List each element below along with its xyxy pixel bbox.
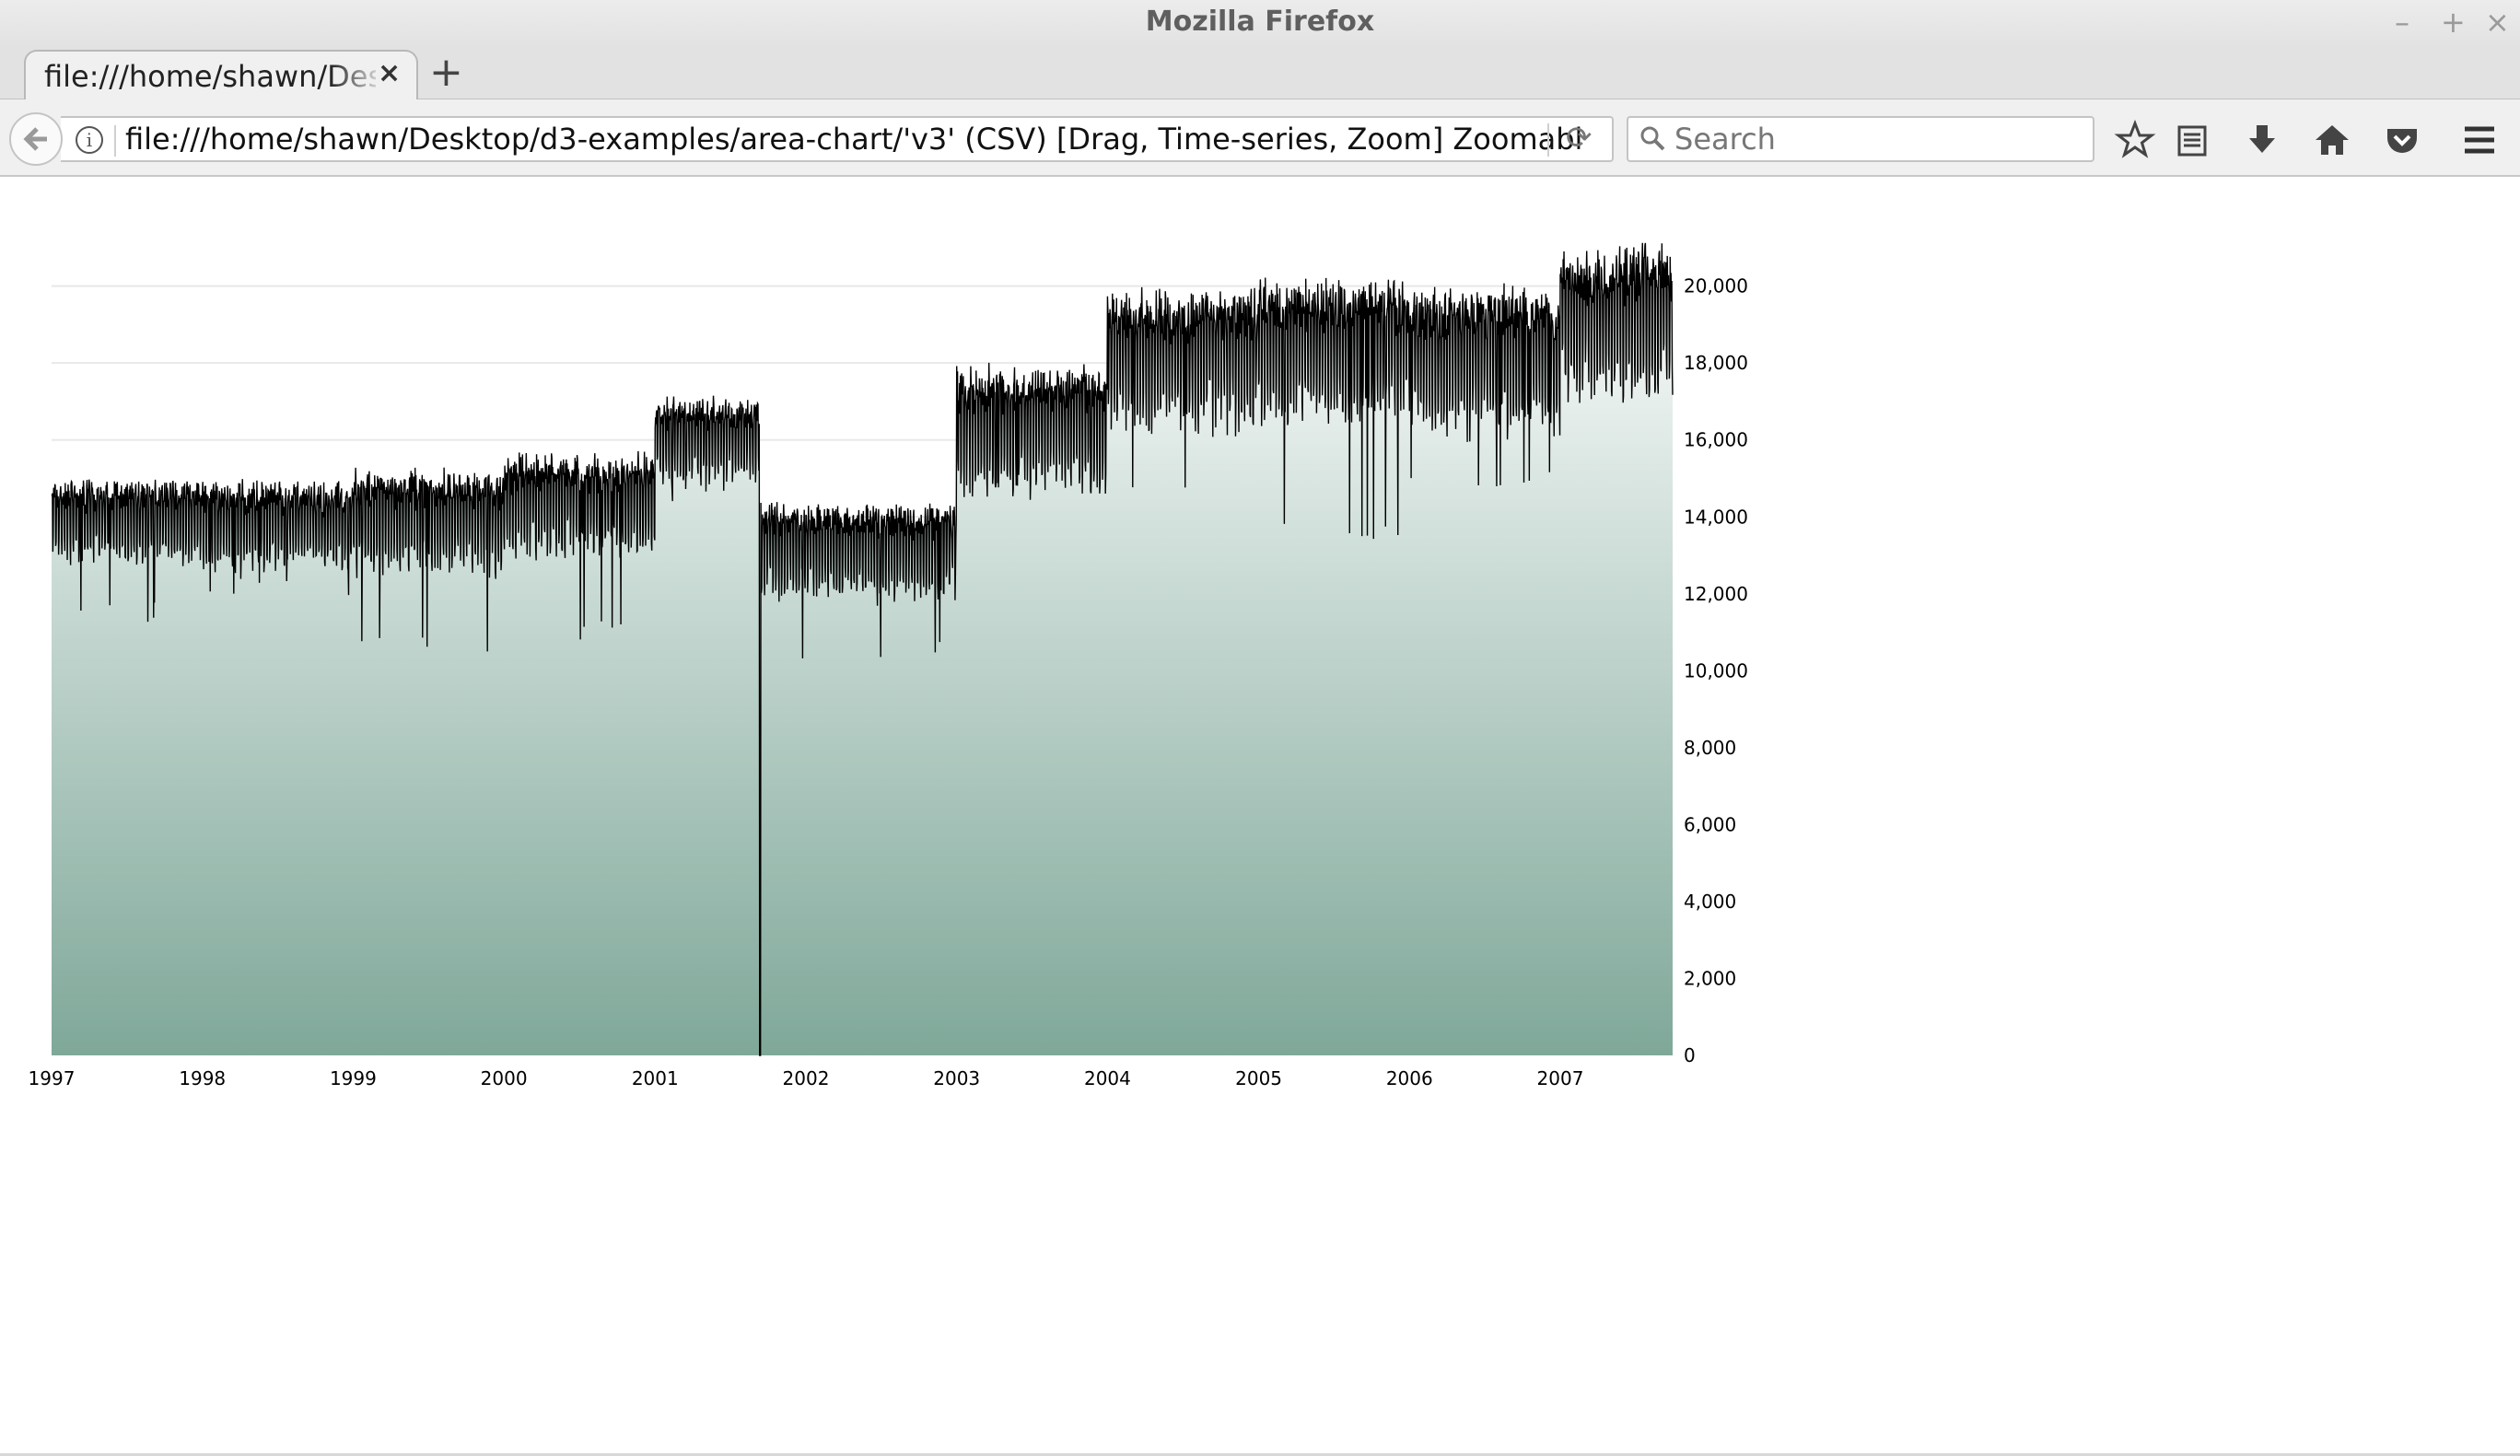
x-tick-label: 2004 [1084,1067,1131,1089]
reload-icon[interactable]: ⟳ [1566,120,1592,157]
search-input[interactable]: Search [1674,122,1776,157]
browser-window: Mozilla Firefox – + × file:///home/shawn… [0,0,2520,1456]
y-tick-label: 10,000 [1684,659,1748,681]
back-button[interactable] [9,112,63,166]
tab-active[interactable]: file:///home/shawn/Desktop/d3-examples/a… [24,50,418,101]
x-tick-label: 2001 [632,1067,679,1089]
url-bar[interactable]: i file:///home/shawn/Desktop/d3-examples… [61,116,1614,162]
y-tick-label: 8,000 [1684,737,1736,759]
x-axis: 1997 1998 1999 2000 2001 2002 2003 2004 2005 2006… [29,1067,1584,1089]
x-tick-label: 1997 [29,1067,76,1089]
y-tick-label: 16,000 [1684,429,1748,451]
x-tick-label: 2007 [1537,1067,1584,1089]
minimize-button[interactable]: – [2395,4,2409,41]
tab-strip: file:///home/shawn/Desktop/d3-examples/a… [0,48,2520,101]
url-text[interactable]: file:///home/shawn/Desktop/d3-examples/a… [125,122,1581,157]
x-tick-label: 2005 [1235,1067,1282,1089]
info-icon[interactable]: i [76,126,103,154]
search-icon [1640,126,1665,151]
x-tick-label: 2006 [1386,1067,1433,1089]
reading-list-icon[interactable] [2170,118,2214,162]
x-tick-label: 2002 [783,1067,830,1089]
window-title: Mozilla Firefox [1145,6,1375,38]
y-tick-label: 14,000 [1684,506,1748,528]
reload-separator [1547,123,1549,157]
x-tick-label: 1998 [179,1067,226,1089]
page-content: 1997 1998 1999 2000 2001 2002 2003 2004 2005 2006… [0,179,2520,1450]
x-tick-label: 1999 [330,1067,377,1089]
tab-close-icon[interactable]: × [378,57,401,89]
y-tick-label: 12,000 [1684,583,1748,605]
new-tab-button[interactable]: + [429,50,463,96]
url-separator [114,125,116,157]
back-arrow-icon [23,127,47,151]
download-icon[interactable] [2240,118,2284,162]
pocket-icon[interactable] [2380,118,2424,162]
home-icon[interactable] [2310,118,2354,162]
y-tick-label: 0 [1684,1044,1696,1066]
title-bar: Mozilla Firefox – + × [0,0,2520,48]
tab-title-fade [330,55,385,96]
x-tick-label: 2003 [933,1067,980,1089]
y-axis: 0 2,000 4,000 6,000 8,000 10,000 12,000 14,000 1… [1684,275,1748,1066]
maximize-button[interactable]: + [2441,4,2466,41]
y-tick-label: 6,000 [1684,813,1736,835]
y-tick-label: 4,000 [1684,891,1736,913]
y-tick-label: 20,000 [1684,275,1748,297]
star-icon[interactable] [2113,118,2157,162]
tab-title: file:///home/shawn/Desktop/d3-examples/a… [44,59,376,94]
menu-icon[interactable] [2457,118,2502,162]
x-tick-label: 2000 [481,1067,528,1089]
y-tick-label: 2,000 [1684,967,1736,989]
navigation-bar: i file:///home/shawn/Desktop/d3-examples… [0,99,2520,177]
y-tick-label: 18,000 [1684,352,1748,374]
zoomable-area-chart[interactable]: 1997 1998 1999 2000 2001 2002 2003 2004 2005 2006… [0,179,1842,1118]
search-box[interactable]: Search [1627,116,2094,162]
close-window-button[interactable]: × [2485,4,2510,41]
